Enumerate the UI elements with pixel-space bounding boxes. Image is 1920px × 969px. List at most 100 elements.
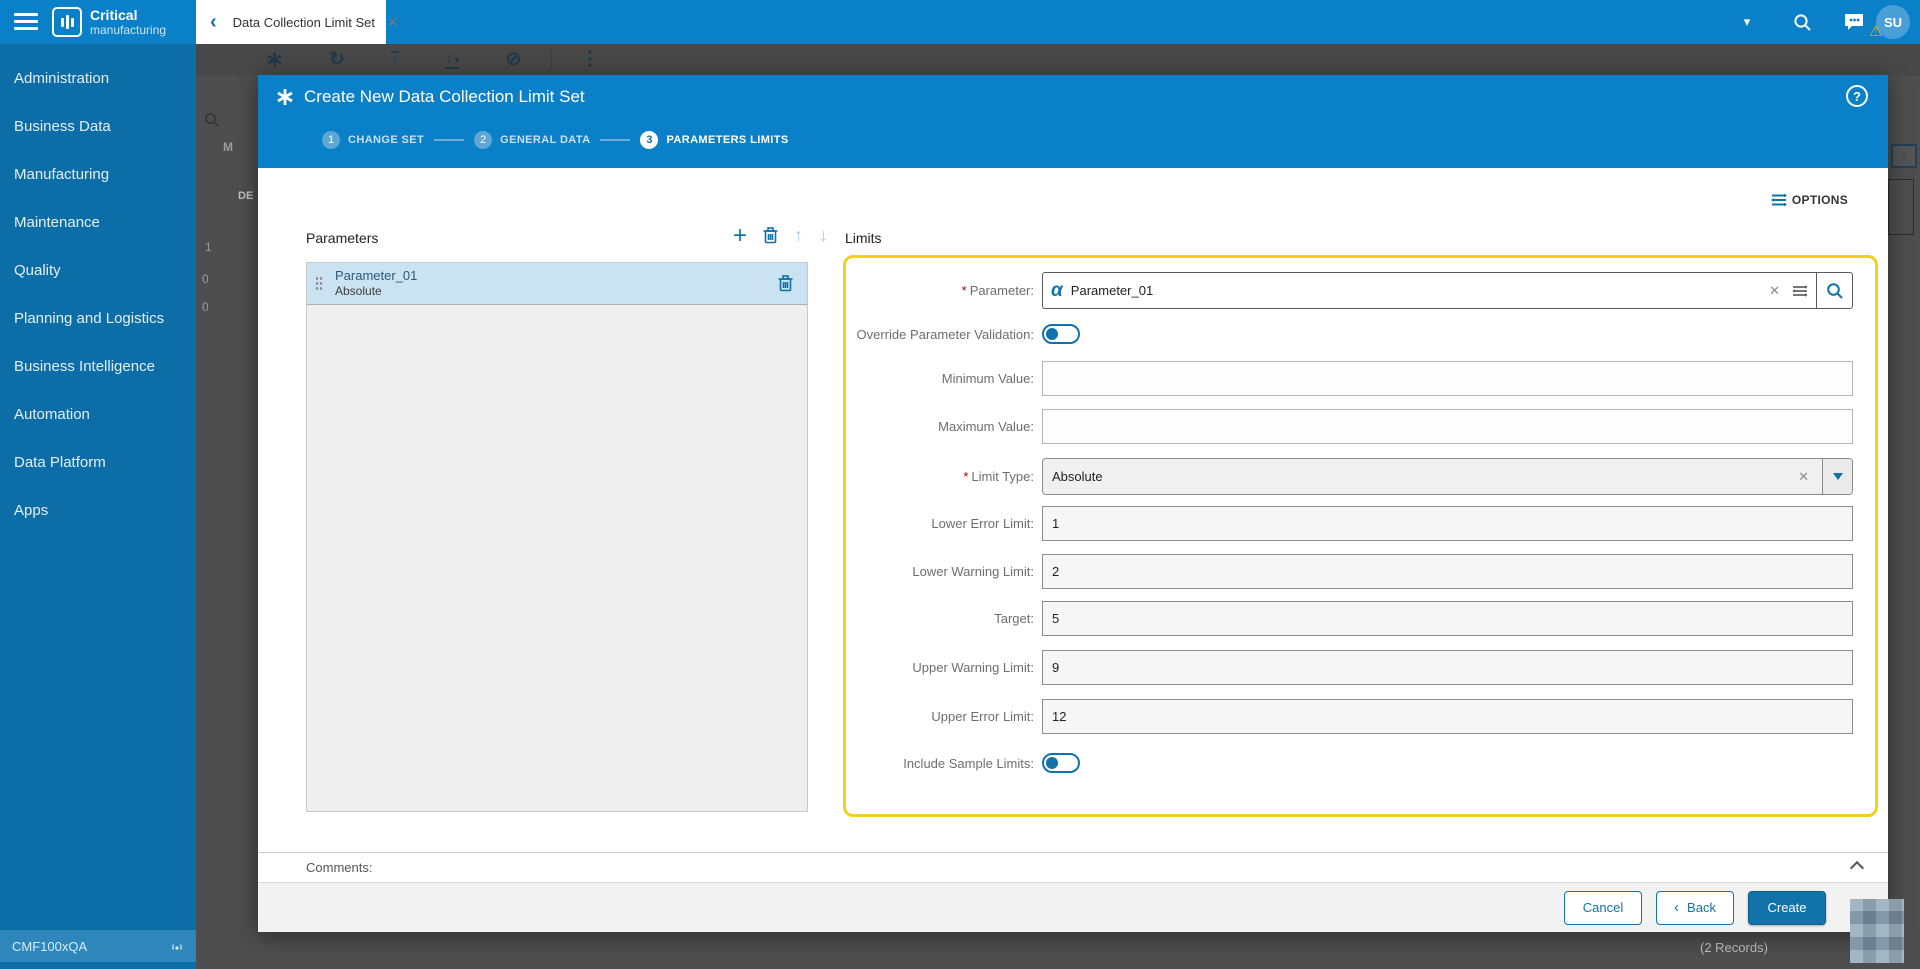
- background-search-icon: [205, 113, 219, 127]
- background-upload-icon: ↑: [390, 50, 399, 69]
- background-upload-panel-icon: ↑: [1891, 144, 1917, 168]
- sidebar-item-apps[interactable]: Apps: [0, 486, 196, 534]
- logo-text-line2: manufacturing: [90, 23, 167, 37]
- tab-data-collection-limit-set[interactable]: ‹ Data Collection Limit Set ✕: [196, 0, 399, 44]
- override-validation-label: Override Parameter Validation:: [856, 326, 1034, 342]
- add-parameter-button[interactable]: +: [733, 223, 747, 247]
- sidebar-item-quality[interactable]: Quality: [0, 246, 196, 294]
- step-parameters-limits[interactable]: 3 PARAMETERS LIMITS: [640, 131, 788, 149]
- connection-signal-icon: [172, 944, 182, 950]
- step-general-data[interactable]: 2 GENERAL DATA: [474, 131, 590, 149]
- lower-error-limit-input[interactable]: [1042, 506, 1853, 541]
- step-number: 1: [322, 131, 340, 149]
- background-cell-value: 0: [202, 300, 209, 314]
- sidebar-item-business-intelligence[interactable]: Business Intelligence: [0, 342, 196, 390]
- create-limit-set-wizard: Create New Data Collection Limit Set ? 1…: [258, 75, 1888, 932]
- field-row-minimum-value: Minimum Value:: [846, 361, 1875, 396]
- parameter-field-value[interactable]: Parameter_01: [1071, 283, 1769, 298]
- limit-type-label: Limit Type:: [971, 469, 1034, 484]
- wizard-title: Create New Data Collection Limit Set: [304, 87, 585, 106]
- sidebar-item-planning-and-logistics[interactable]: Planning and Logistics: [0, 294, 196, 342]
- drag-handle[interactable]: [315, 275, 323, 292]
- limits-panel-title: Limits: [845, 230, 882, 246]
- limit-type-value[interactable]: Absolute: [1052, 469, 1798, 484]
- cancel-button[interactable]: Cancel: [1564, 890, 1642, 925]
- parameter-list-item-selected[interactable]: Parameter_01 Absolute: [307, 263, 807, 305]
- search-icon: [1826, 282, 1843, 299]
- upper-error-limit-label: Upper Error Limit:: [931, 709, 1034, 724]
- messages-icon[interactable]: [1840, 0, 1868, 44]
- sidebar-item-manufacturing[interactable]: Manufacturing: [0, 150, 196, 198]
- field-row-override-validation: Override Parameter Validation:: [846, 324, 1875, 344]
- step-label: PARAMETERS LIMITS: [666, 134, 789, 146]
- limit-type-combobox: Absolute ✕: [1042, 458, 1853, 495]
- create-button[interactable]: Create: [1748, 890, 1826, 925]
- parameter-list-picker-icon[interactable]: [1792, 284, 1808, 298]
- target-input[interactable]: [1042, 601, 1853, 636]
- row-delete-icon[interactable]: [778, 275, 793, 292]
- maximum-value-label: Maximum Value:: [938, 419, 1034, 434]
- background-partial-column-header: DE: [238, 190, 254, 202]
- background-download-icon: ↓ ▾: [444, 49, 460, 69]
- sidebar-item-business-data[interactable]: Business Data: [0, 102, 196, 150]
- step-label: CHANGE SET: [348, 134, 425, 146]
- field-row-lower-error-limit: Lower Error Limit:: [846, 506, 1875, 541]
- field-row-upper-warning-limit: Upper Warning Limit:: [846, 650, 1875, 685]
- hamburger-menu-icon[interactable]: [14, 13, 38, 31]
- limit-type-dropdown-button[interactable]: [1822, 459, 1852, 494]
- field-row-include-sample-limits: Include Sample Limits:: [846, 753, 1875, 773]
- back-button[interactable]: ‹ Back: [1656, 890, 1734, 925]
- background-new-icon: [266, 51, 283, 68]
- maximum-value-input[interactable]: [1042, 409, 1853, 444]
- clear-parameter-icon[interactable]: ✕: [1769, 283, 1780, 299]
- move-parameter-down-button[interactable]: ↓: [819, 225, 828, 246]
- override-validation-toggle[interactable]: [1042, 324, 1080, 344]
- record-count: (2 Records): [1700, 940, 1768, 955]
- tabs-dropdown-caret-icon[interactable]: ▾: [1735, 0, 1759, 44]
- upper-error-limit-input[interactable]: [1042, 699, 1853, 734]
- sidebar-item-automation[interactable]: Automation: [0, 390, 196, 438]
- field-row-upper-error-limit: Upper Error Limit:: [846, 699, 1875, 734]
- include-sample-limits-toggle[interactable]: [1042, 753, 1080, 773]
- background-more-vertical-icon: ⋮: [580, 49, 600, 70]
- field-row-limit-type: * Limit Type: Absolute ✕: [846, 458, 1875, 495]
- step-label: GENERAL DATA: [500, 134, 591, 146]
- parameter-search-button[interactable]: [1816, 272, 1853, 309]
- global-search-icon[interactable]: [1788, 0, 1816, 44]
- parameter-limit-type: Absolute: [335, 284, 382, 299]
- new-entity-asterisk-icon: [276, 88, 294, 106]
- step-change-set[interactable]: 1 CHANGE SET: [322, 131, 424, 149]
- lower-warning-limit-label: Lower Warning Limit:: [912, 564, 1034, 579]
- censored-region: [1850, 899, 1904, 963]
- background-panel-fragment: [1888, 179, 1914, 235]
- chevron-up-icon[interactable]: [1849, 860, 1865, 876]
- sidebar-item-administration[interactable]: Administration: [0, 54, 196, 102]
- wizard-steps: 1 CHANGE SET 2 GENERAL DATA 3 PARAMETERS…: [322, 131, 789, 149]
- parameter-lookup-field: α Parameter_01 ✕: [1042, 272, 1853, 309]
- chevron-left-icon: ‹: [1674, 899, 1680, 916]
- app-root: Critical manufacturing ‹ Data Collection…: [0, 0, 1920, 969]
- upper-warning-limit-input[interactable]: [1042, 650, 1853, 685]
- app-logo: Critical manufacturing: [52, 7, 166, 37]
- help-icon[interactable]: ?: [1846, 85, 1868, 107]
- clear-limit-type-icon[interactable]: ✕: [1798, 469, 1809, 485]
- lower-error-limit-label: Lower Error Limit:: [931, 516, 1034, 531]
- minimum-value-input[interactable]: [1042, 361, 1853, 396]
- minimum-value-label: Minimum Value:: [941, 371, 1034, 386]
- tab-back-chevron-icon[interactable]: ‹: [210, 11, 217, 34]
- field-row-maximum-value: Maximum Value:: [846, 409, 1875, 444]
- sidebar-item-maintenance[interactable]: Maintenance: [0, 198, 196, 246]
- tab-close-icon[interactable]: ✕: [387, 14, 399, 31]
- wizard-header: Create New Data Collection Limit Set ? 1…: [258, 75, 1888, 168]
- move-parameter-up-button[interactable]: ↑: [794, 225, 803, 246]
- parameters-toolbar: + ↑ ↓: [658, 223, 828, 247]
- delete-parameter-button[interactable]: [763, 227, 778, 244]
- options-button[interactable]: OPTIONS: [1770, 193, 1848, 207]
- limits-highlighted-panel: * Parameter: α Parameter_01 ✕ Override P…: [843, 255, 1878, 817]
- field-row-target: Target:: [846, 601, 1875, 636]
- step-number: 3: [640, 131, 659, 149]
- top-bar: Critical manufacturing ‹ Data Collection…: [0, 0, 1920, 44]
- sidebar-item-data-platform[interactable]: Data Platform: [0, 438, 196, 486]
- lower-warning-limit-input[interactable]: [1042, 554, 1853, 589]
- critical-manufacturing-logo-icon: [52, 7, 82, 37]
